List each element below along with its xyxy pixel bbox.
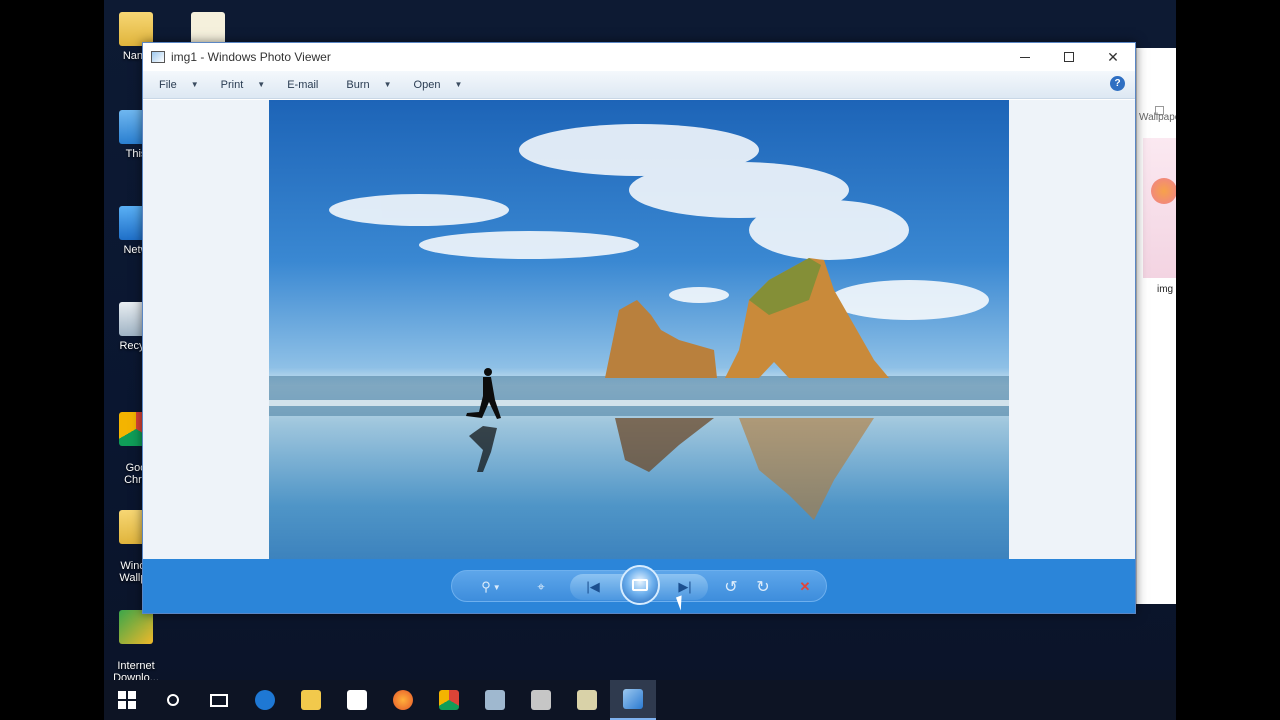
background-explorer-window[interactable]: Wallpape img — [1136, 48, 1176, 604]
minimize-icon — [1020, 56, 1030, 58]
file-caption: img — [1157, 284, 1174, 295]
beach-photo-illustration — [269, 124, 1009, 520]
task-view-button[interactable] — [196, 680, 242, 720]
playback-controls: ⚲ ▼ ⌖ |◀ ▶| ↺ ↻ ✕ — [451, 565, 827, 605]
next-icon: ▶| — [678, 579, 692, 594]
menu-bar: File ▼ Print ▼ E-mail Burn ▼ Open ▼ — [143, 71, 1135, 99]
menu-email[interactable]: E-mail — [287, 79, 318, 91]
previous-button[interactable]: |◀ — [576, 574, 610, 600]
windows-logo-icon — [118, 691, 136, 709]
window-title: img1 - Windows Photo Viewer — [171, 50, 331, 64]
taskbar-app-1[interactable] — [472, 680, 518, 720]
taskbar-file-explorer[interactable] — [288, 680, 334, 720]
task-view-icon — [210, 693, 228, 707]
menu-burn[interactable]: Burn ▼ — [346, 79, 391, 91]
rotate-clockwise-button[interactable]: ↻ — [750, 571, 776, 603]
maximize-icon — [1064, 52, 1074, 62]
menu-print[interactable]: Print ▼ — [221, 79, 266, 91]
app-icon — [485, 690, 505, 710]
app-icon — [531, 690, 551, 710]
taskbar-app-3[interactable] — [564, 680, 610, 720]
taskbar-photo-viewer[interactable] — [610, 680, 656, 720]
taskbar-store[interactable] — [334, 680, 380, 720]
chevron-down-icon: ▼ — [492, 582, 501, 592]
file-explorer-icon — [301, 690, 321, 710]
title-bar[interactable]: img1 - Windows Photo Viewer ✕ — [143, 43, 1135, 71]
document-icon — [191, 12, 225, 46]
flower-image-icon — [1151, 178, 1176, 204]
clouds — [329, 124, 989, 320]
search-button[interactable] — [150, 680, 196, 720]
menu-open[interactable]: Open ▼ — [414, 79, 463, 91]
maximize-button[interactable] — [1047, 43, 1091, 71]
taskbar-chrome[interactable] — [426, 680, 472, 720]
rotate-counterclockwise-button[interactable]: ↺ — [718, 571, 744, 603]
taskbar-firefox[interactable] — [380, 680, 426, 720]
folder-icon — [119, 12, 153, 46]
actual-size-icon: ⌖ — [537, 579, 545, 594]
idm-icon — [119, 610, 153, 644]
slideshow-icon — [632, 579, 648, 591]
firefox-icon — [393, 690, 413, 710]
breadcrumb: Wallpape — [1139, 112, 1176, 123]
close-icon: ✕ — [1107, 48, 1119, 65]
menu-label: Burn — [346, 78, 370, 91]
displayed-photo — [269, 100, 1009, 561]
photo-viewer-icon — [623, 689, 643, 709]
control-bar: ⚲ ▼ ⌖ |◀ ▶| ↺ ↻ ✕ — [143, 559, 1135, 613]
taskbar — [104, 680, 1176, 720]
menu-label: Open — [413, 78, 441, 91]
previous-icon: |◀ — [586, 579, 600, 594]
minimize-button[interactable] — [1003, 43, 1047, 71]
menu-label: File — [159, 78, 177, 91]
start-button[interactable] — [104, 680, 150, 720]
app-icon — [577, 690, 597, 710]
taskbar-edge[interactable] — [242, 680, 288, 720]
runner-reflection — [469, 426, 497, 472]
chrome-icon — [439, 690, 459, 710]
magnifier-icon: ⚲ — [481, 579, 491, 594]
menu-file[interactable]: File ▼ — [159, 79, 199, 91]
store-icon — [347, 690, 367, 710]
slideshow-button[interactable] — [620, 565, 660, 605]
rotate-ccw-icon: ↺ — [724, 579, 738, 596]
edge-icon — [255, 690, 275, 710]
chevron-down-icon: ▼ — [257, 80, 266, 89]
actual-size-button[interactable]: ⌖ — [528, 571, 554, 603]
rotate-cw-icon: ↻ — [756, 579, 770, 596]
help-button[interactable]: ? — [1110, 76, 1125, 91]
photo-viewer-app-icon — [151, 51, 165, 63]
delete-icon: ✕ — [799, 579, 811, 594]
photo-viewer-window: img1 - Windows Photo Viewer ✕ File ▼ Prin… — [142, 42, 1136, 614]
chevron-down-icon: ▼ — [190, 80, 199, 89]
search-icon — [167, 694, 179, 706]
delete-button[interactable]: ✕ — [792, 571, 818, 603]
menu-label: E-mail — [287, 78, 319, 91]
zoom-button[interactable]: ⚲ ▼ — [474, 571, 508, 603]
close-button[interactable]: ✕ — [1091, 43, 1135, 71]
image-canvas[interactable] — [143, 100, 1135, 561]
desktop: Nano This Netw Recycl Goo Chro Windo Wal… — [104, 0, 1176, 720]
menu-label: Print — [220, 78, 244, 91]
chevron-down-icon: ▼ — [454, 80, 463, 89]
file-thumbnail[interactable] — [1143, 138, 1176, 278]
taskbar-app-2[interactable] — [518, 680, 564, 720]
chevron-down-icon: ▼ — [383, 80, 392, 89]
